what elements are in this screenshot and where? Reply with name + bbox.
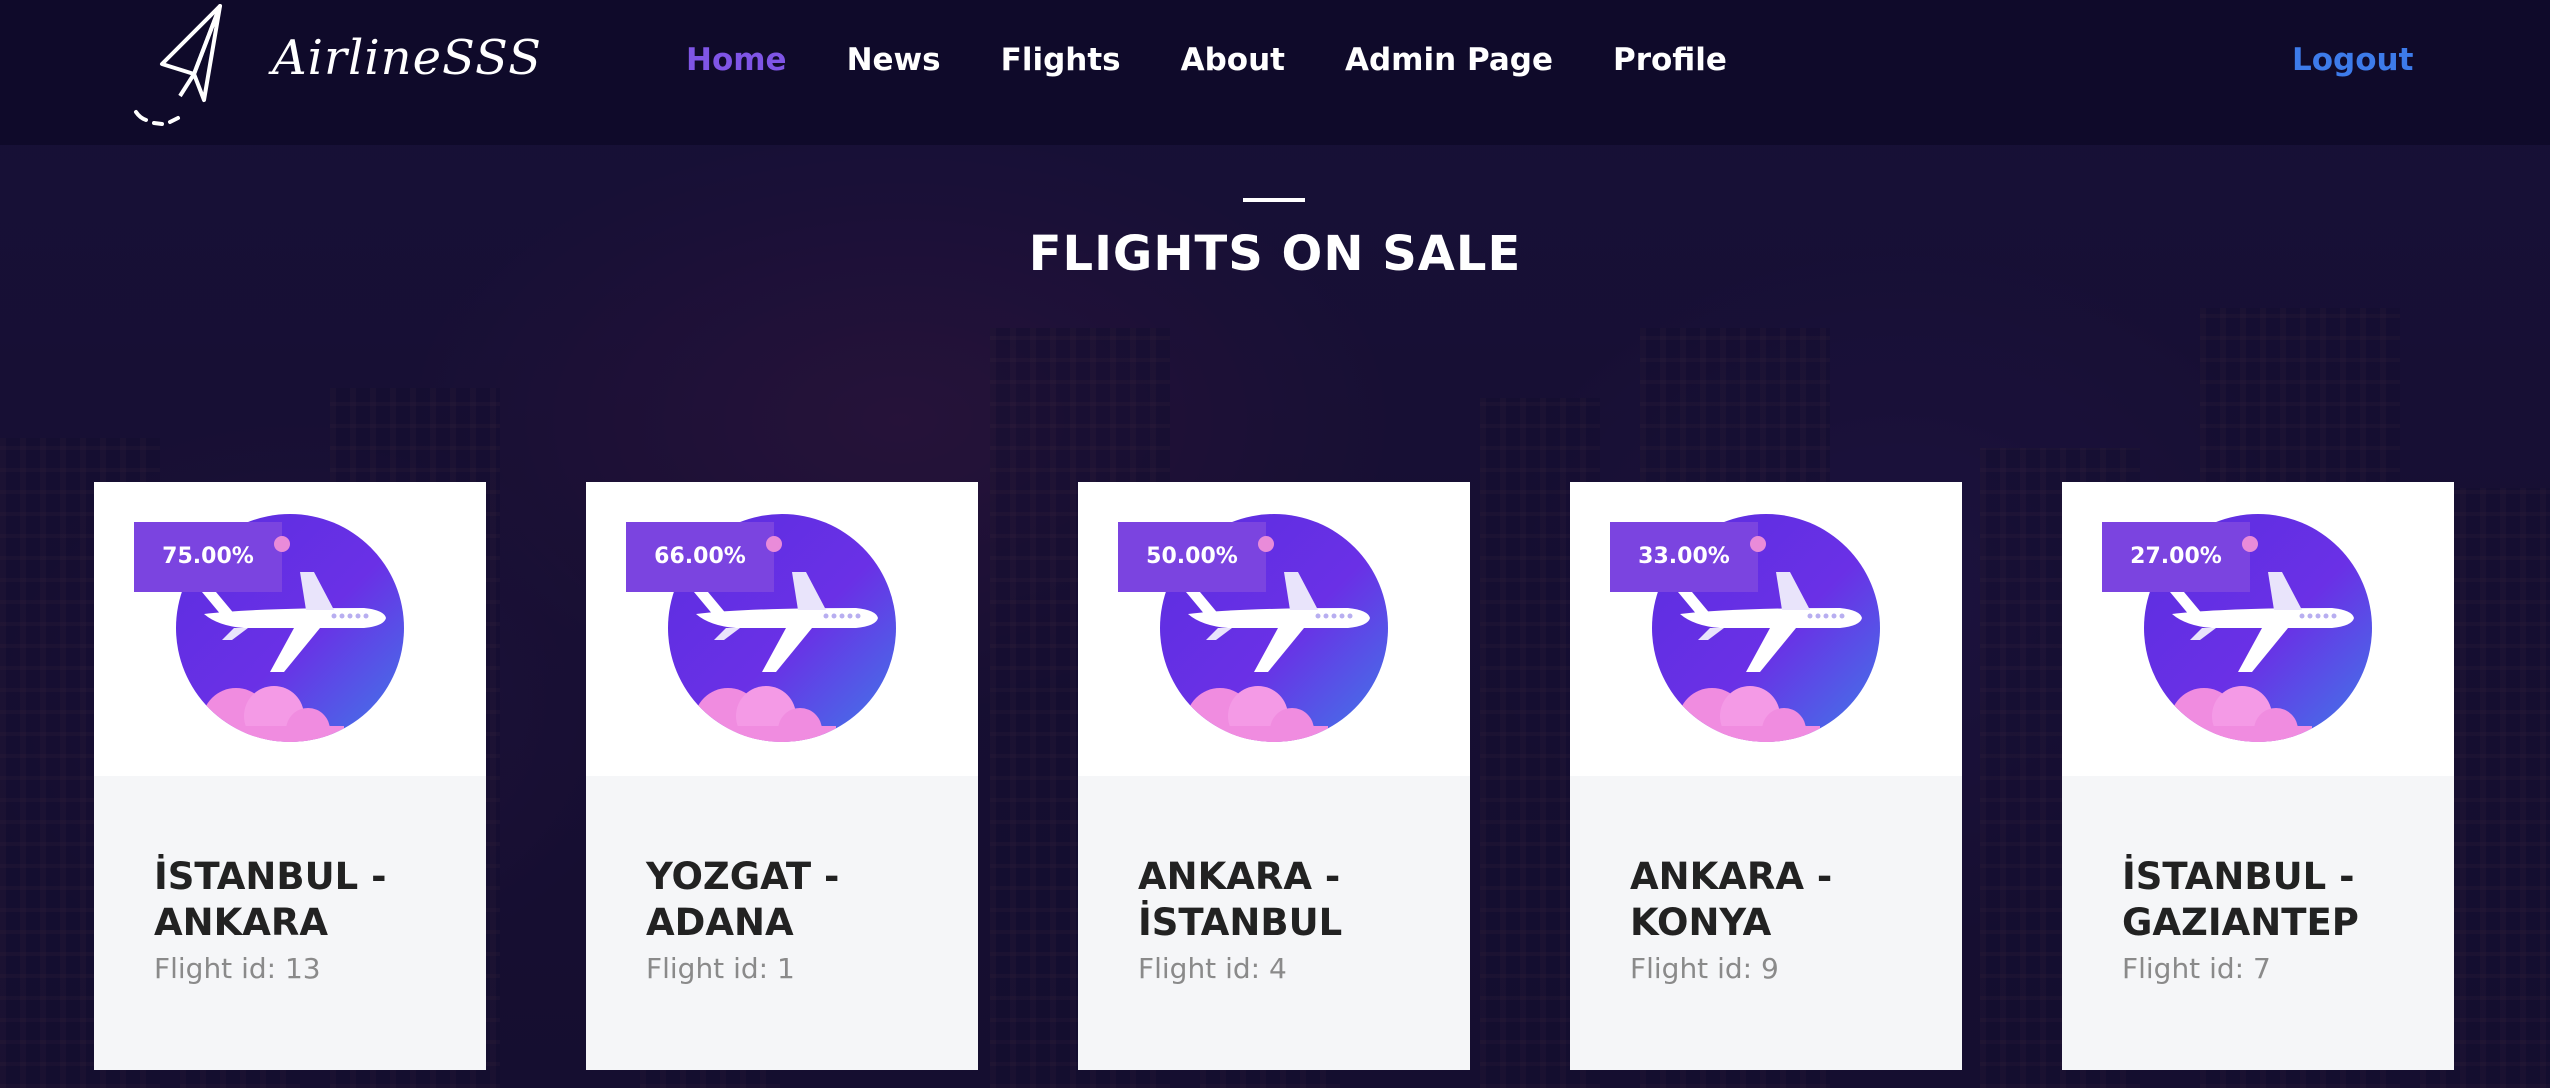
card-image-area: 66.00% [586, 482, 978, 776]
section-title: FLIGHTS ON SALE [1028, 226, 1522, 282]
brand-name: AirlineSSS [272, 30, 542, 86]
nav-profile[interactable]: Profile [1613, 42, 1727, 78]
nav-home[interactable]: Home [686, 42, 787, 78]
nav-admin-page[interactable]: Admin Page [1345, 42, 1553, 78]
route-destination: ANKARA [154, 901, 329, 944]
badge-tag-dot [1750, 536, 1766, 552]
nav-news[interactable]: News [847, 42, 941, 78]
section-divider [1243, 198, 1305, 202]
flight-card[interactable]: 33.00% ANKARA - KONYA Flight id: 9 [1570, 482, 1962, 1070]
route-destination: İSTANBUL [1138, 901, 1343, 944]
badge-tag-dot [766, 536, 782, 552]
discount-badge: 33.00% [1610, 522, 1758, 592]
flight-route: İSTANBUL - ANKARA [154, 854, 474, 946]
discount-badge: 66.00% [626, 522, 774, 592]
card-image-area: 33.00% [1570, 482, 1962, 776]
navbar: AirlineSSS Home News Flights About Admin… [0, 0, 2550, 145]
discount-badge: 27.00% [2102, 522, 2250, 592]
card-image-area: 27.00% [2062, 482, 2454, 776]
flight-card[interactable]: 50.00% ANKARA - İSTANBUL Flight id: 4 [1078, 482, 1470, 1070]
route-origin: ANKARA - [1630, 855, 1833, 898]
flight-route: ANKARA - İSTANBUL [1138, 854, 1458, 946]
nav-about[interactable]: About [1181, 42, 1285, 78]
badge-tag-dot [1258, 536, 1274, 552]
flight-route: YOZGAT - ADANA [646, 854, 966, 946]
flight-id: Flight id: 9 [1630, 952, 1779, 985]
route-origin: İSTANBUL - [2122, 855, 2355, 898]
route-origin: İSTANBUL - [154, 855, 387, 898]
route-destination: GAZIANTEP [2122, 901, 2359, 944]
flight-card[interactable]: 75.00% İSTANBUL - ANKARA Flight id: 13 [94, 482, 486, 1070]
flight-route: ANKARA - KONYA [1630, 854, 1950, 946]
route-destination: ADANA [646, 901, 794, 944]
paper-plane-logo-icon [134, 4, 222, 126]
main-nav: Home News Flights About Admin Page Profi… [686, 42, 1787, 78]
badge-tag-dot [2242, 536, 2258, 552]
logout-link[interactable]: Logout [2292, 42, 2413, 78]
flight-id: Flight id: 7 [2122, 952, 2271, 985]
discount-badge: 75.00% [134, 522, 282, 592]
flight-route: İSTANBUL - GAZIANTEP [2122, 854, 2442, 946]
brand-logo[interactable]: AirlineSSS [132, 4, 541, 129]
flight-id: Flight id: 4 [1138, 952, 1287, 985]
card-image-area: 50.00% [1078, 482, 1470, 776]
flight-card[interactable]: 66.00% YOZGAT - ADANA Flight id: 1 [586, 482, 978, 1070]
flight-id: Flight id: 13 [154, 952, 321, 985]
card-image-area: 75.00% [94, 482, 486, 776]
badge-tag-dot [274, 536, 290, 552]
route-destination: KONYA [1630, 901, 1772, 944]
discount-badge: 50.00% [1118, 522, 1266, 592]
nav-flights[interactable]: Flights [1001, 42, 1121, 78]
flight-id: Flight id: 1 [646, 952, 795, 985]
route-origin: YOZGAT - [646, 855, 840, 898]
route-origin: ANKARA - [1138, 855, 1341, 898]
flight-card[interactable]: 27.00% İSTANBUL - GAZIANTEP Flight id: 7 [2062, 482, 2454, 1070]
